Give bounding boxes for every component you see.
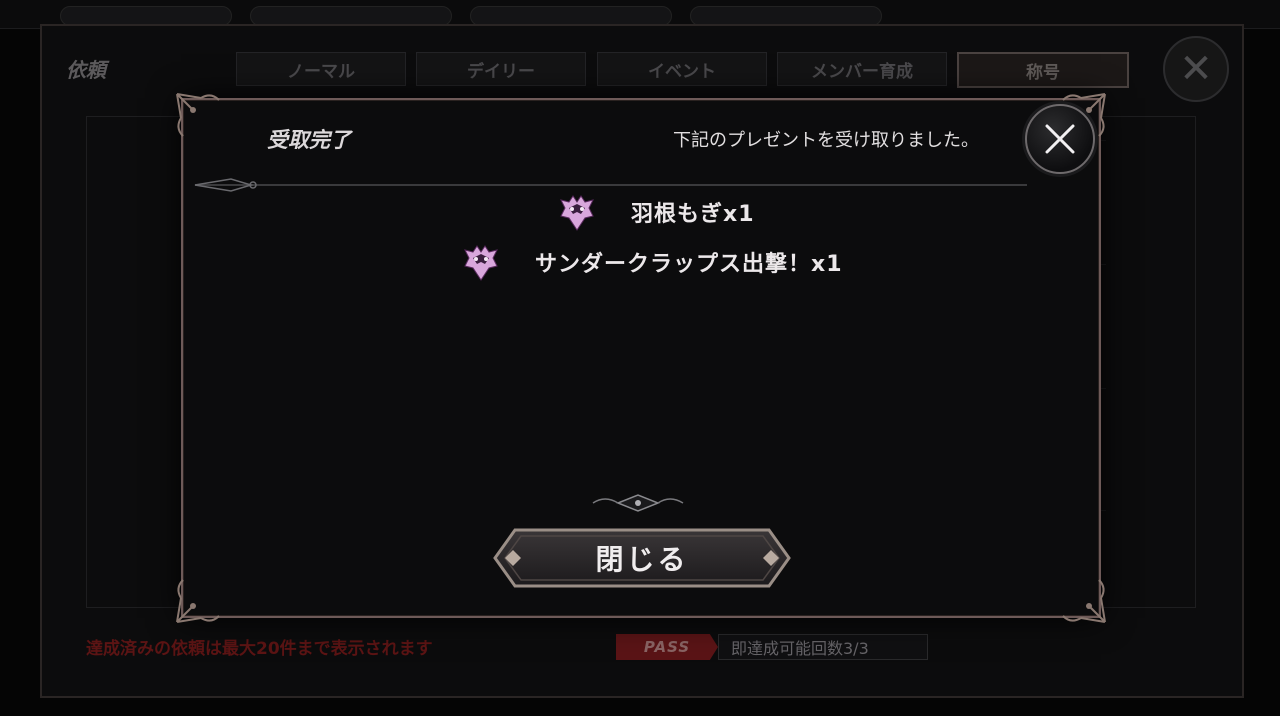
dialog-message: 下記のプレゼントを受け取りました。	[673, 130, 979, 151]
currency-pill	[470, 6, 672, 26]
ornamental-divider	[353, 494, 923, 512]
dialog-title: 受取完了	[267, 128, 351, 152]
footer-note: 達成済みの依頼は最大20件まで表示されます	[86, 639, 433, 659]
close-icon: ✕	[1179, 46, 1213, 92]
close-icon	[1045, 124, 1075, 154]
reward-item: 羽根もぎx1	[557, 192, 755, 232]
corner-ornament-icon	[176, 579, 220, 623]
pass-count[interactable]: 即達成可能回数3/3	[718, 634, 928, 660]
close-x-button[interactable]	[1025, 104, 1095, 174]
tab-normal[interactable]: ノーマル	[236, 52, 406, 86]
background-close-button[interactable]: ✕	[1163, 36, 1229, 102]
close-dialog-button[interactable]: 閉じる	[493, 528, 791, 588]
crest-icon	[560, 195, 594, 231]
currency-pill	[60, 6, 232, 26]
reward-name: サンダークラップス出撃！x1	[535, 252, 843, 277]
corner-ornament-icon	[1062, 579, 1106, 623]
reward-received-dialog: 受取完了 下記のプレゼントを受け取りました。 羽根もぎx1 サンダークラップス出…	[176, 93, 1106, 623]
tab-member-training[interactable]: メンバー育成	[777, 52, 947, 86]
close-button-label: 閉じる	[595, 543, 689, 576]
currency-pill	[250, 6, 452, 26]
tab-event[interactable]: イベント	[597, 52, 767, 86]
currency-pill	[690, 6, 882, 26]
reward-name: 羽根もぎx1	[631, 202, 755, 227]
tab-title[interactable]: 称号	[957, 52, 1129, 88]
pass-badge: PASS	[616, 634, 718, 660]
tab-daily[interactable]: デイリー	[416, 52, 586, 86]
header-divider	[194, 178, 1027, 192]
crest-icon	[464, 245, 498, 281]
page-title: 依頼	[66, 58, 106, 82]
reward-item: サンダークラップス出撃！x1	[461, 242, 843, 282]
corner-ornament-icon	[176, 93, 220, 137]
